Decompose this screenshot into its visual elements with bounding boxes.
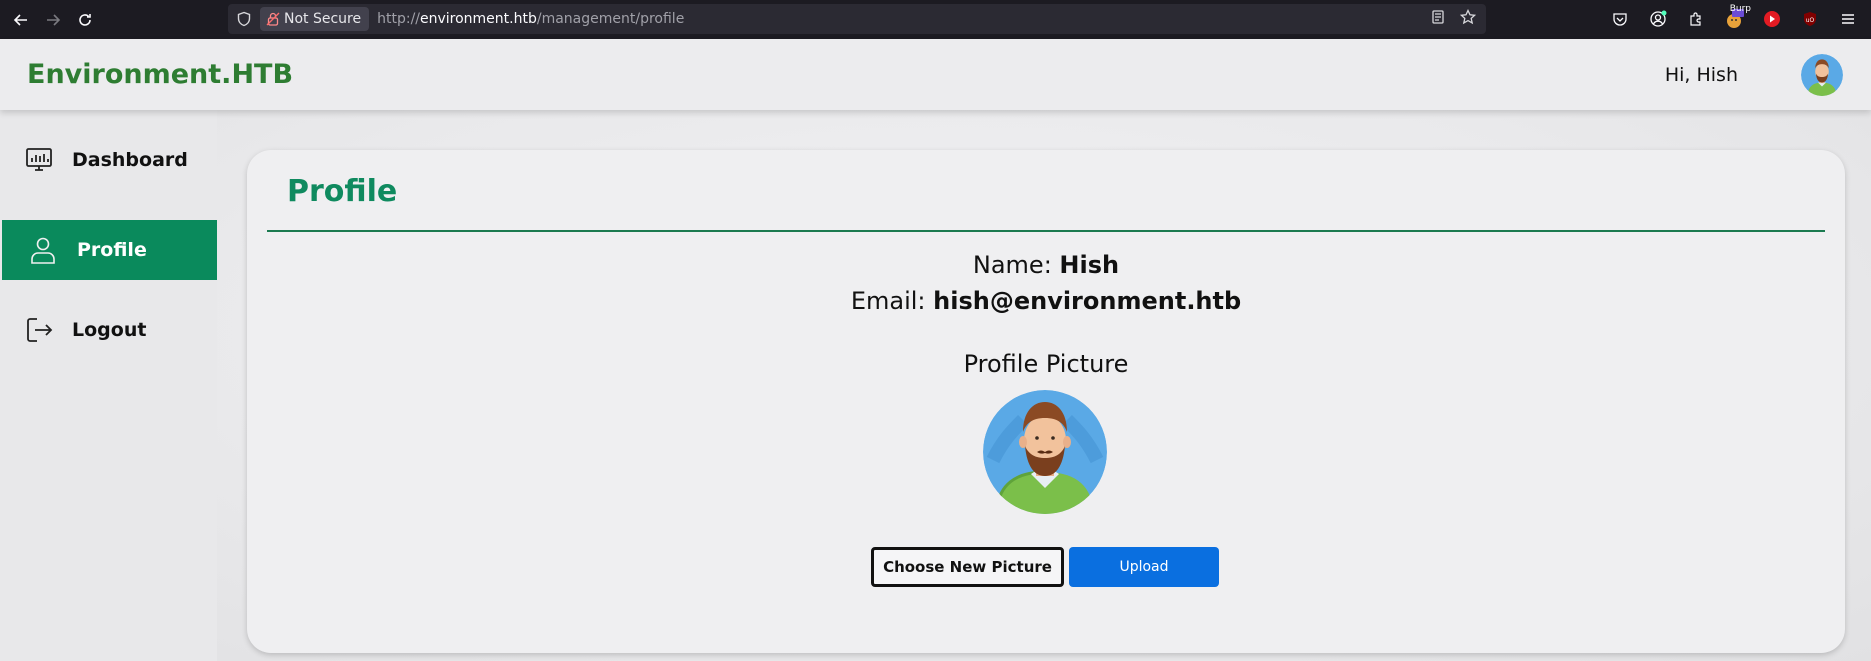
- url-scheme: http://: [377, 11, 420, 27]
- burp-badge-label: Burp: [1729, 4, 1751, 14]
- sidebar-item-logout[interactable]: Logout: [2, 300, 217, 360]
- profile-name-row: Name: Hish: [247, 251, 1845, 279]
- user-greeting: Hi, Hish: [1664, 63, 1738, 86]
- broken-lock-icon: [266, 12, 280, 26]
- address-bar[interactable]: Not Secure http://environment.htb/manage…: [228, 4, 1486, 34]
- back-arrow-icon[interactable]: [10, 9, 32, 31]
- not-secure-label: Not Secure: [284, 11, 362, 27]
- forward-arrow-icon[interactable]: [42, 9, 64, 31]
- name-label: Name:: [972, 251, 1052, 279]
- profile-picture-label: Profile Picture: [963, 350, 1129, 378]
- logout-icon: [24, 315, 54, 345]
- burp-extension-icon[interactable]: Burp: [1723, 4, 1751, 30]
- choose-picture-button[interactable]: Choose New Picture: [871, 547, 1064, 587]
- title-divider: [267, 230, 1825, 232]
- brand-logo[interactable]: Environment.HTB: [27, 59, 293, 90]
- page-title: Profile: [287, 174, 398, 209]
- bookmark-star-icon[interactable]: [1459, 8, 1477, 29]
- profile-email-row: Email: hish@environment.htb: [247, 287, 1845, 315]
- sidebar-item-label: Profile: [77, 239, 147, 261]
- extensions-puzzle-icon[interactable]: [1685, 8, 1707, 30]
- email-label: Email:: [850, 287, 926, 315]
- svg-text:uO: uO: [1806, 17, 1815, 24]
- name-value: Hish: [1059, 251, 1120, 279]
- user-avatar[interactable]: [1801, 54, 1843, 96]
- sidebar: Dashboard Profile Logout: [0, 110, 217, 661]
- browser-toolbar: Not Secure http://environment.htb/manage…: [0, 0, 1871, 39]
- hamburger-menu-icon[interactable]: [1837, 8, 1859, 30]
- not-secure-badge[interactable]: Not Secure: [260, 7, 370, 31]
- youtube-extension-icon[interactable]: [1761, 8, 1783, 30]
- url-text: http://environment.htb/management/profil…: [377, 11, 684, 27]
- url-path: /management/profile: [536, 11, 685, 27]
- pocket-icon[interactable]: [1609, 8, 1631, 30]
- ublock-origin-icon[interactable]: uO: [1799, 8, 1821, 30]
- upload-button[interactable]: Upload: [1069, 547, 1219, 587]
- email-value: hish@environment.htb: [933, 287, 1242, 315]
- reload-icon[interactable]: [74, 9, 96, 31]
- profile-card: Profile Name: Hish Email: hish@environme…: [247, 150, 1845, 653]
- dashboard-monitor-icon: [24, 145, 54, 175]
- sidebar-item-label: Dashboard: [72, 149, 188, 171]
- reader-view-icon[interactable]: [1430, 9, 1446, 29]
- sidebar-item-profile[interactable]: Profile: [2, 220, 217, 280]
- site-header: Environment.HTB Hi, Hish: [0, 39, 1871, 110]
- sidebar-item-label: Logout: [72, 319, 147, 341]
- profile-picture: [983, 390, 1107, 514]
- url-host: environment.htb: [420, 11, 537, 27]
- tracking-shield-icon[interactable]: [236, 11, 252, 27]
- page: Environment.HTB Hi, Hish Dashboard Profi…: [0, 39, 1871, 661]
- user-icon: [28, 235, 58, 265]
- sidebar-item-dashboard[interactable]: Dashboard: [2, 130, 217, 190]
- account-icon[interactable]: [1647, 8, 1669, 30]
